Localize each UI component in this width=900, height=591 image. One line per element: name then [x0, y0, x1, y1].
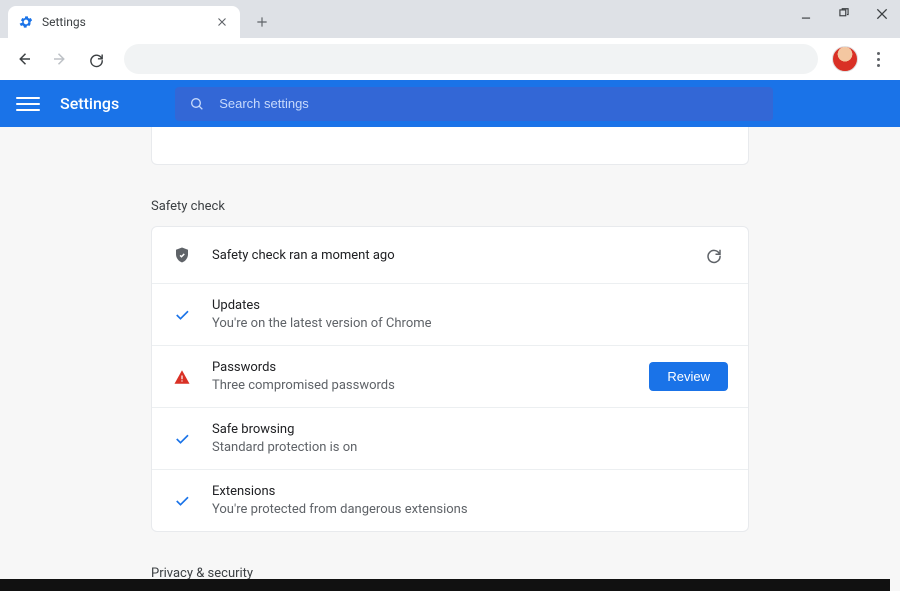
settings-content: Safety check Safety check ran a moment a… [0, 127, 900, 591]
safebrowsing-subtitle: Standard protection is on [212, 440, 728, 455]
browser-menu-icon[interactable] [866, 47, 890, 71]
safety-check-safebrowsing-row[interactable]: Safe browsing Standard protection is on [152, 408, 748, 470]
search-icon [189, 96, 205, 112]
check-icon [172, 305, 192, 325]
app-title: Settings [60, 94, 119, 113]
updates-subtitle: You're on the latest version of Chrome [212, 316, 728, 331]
browser-tab[interactable]: Settings [8, 6, 240, 38]
browser-titlebar: Settings [0, 0, 900, 38]
safety-check-passwords-row[interactable]: Passwords Three compromised passwords Re… [152, 346, 748, 408]
safety-check-header-row: Safety check ran a moment ago [152, 227, 748, 284]
section-title-safety-check: Safety check [151, 199, 749, 214]
browser-toolbar [0, 38, 900, 80]
nav-reload-button[interactable] [82, 45, 110, 73]
safety-check-extensions-row[interactable]: Extensions You're protected from dangero… [152, 470, 748, 531]
safebrowsing-title: Safe browsing [212, 422, 728, 437]
safety-check-card: Safety check ran a moment ago Updates Yo… [151, 226, 749, 532]
address-bar[interactable] [124, 44, 818, 74]
menu-icon[interactable] [16, 92, 40, 116]
window-minimize-icon[interactable] [796, 4, 816, 24]
window-maximize-icon[interactable] [834, 4, 854, 24]
extensions-subtitle: You're protected from dangerous extensio… [212, 502, 728, 517]
new-tab-button[interactable] [248, 8, 276, 36]
nav-back-button[interactable] [10, 45, 38, 73]
check-icon [172, 491, 192, 511]
settings-search[interactable] [175, 87, 773, 121]
tab-close-icon[interactable] [214, 14, 230, 30]
shield-check-icon [172, 245, 192, 265]
tab-title: Settings [42, 15, 214, 29]
previous-section-card-tail [151, 127, 749, 165]
bottom-edge [0, 579, 890, 591]
updates-title: Updates [212, 298, 728, 313]
safety-check-updates-row[interactable]: Updates You're on the latest version of … [152, 284, 748, 346]
warning-triangle-icon [172, 367, 192, 387]
safety-check-rerun-button[interactable] [700, 241, 728, 269]
profile-avatar[interactable] [832, 46, 858, 72]
extensions-title: Extensions [212, 484, 728, 499]
safety-check-header-title: Safety check ran a moment ago [212, 248, 680, 263]
settings-search-input[interactable] [219, 96, 759, 111]
check-icon [172, 429, 192, 449]
window-close-icon[interactable] [872, 4, 892, 24]
passwords-review-button[interactable]: Review [649, 362, 728, 391]
passwords-subtitle: Three compromised passwords [212, 378, 629, 393]
passwords-title: Passwords [212, 360, 629, 375]
settings-gear-icon [18, 14, 34, 30]
window-controls [796, 4, 892, 24]
nav-forward-button[interactable] [46, 45, 74, 73]
settings-appbar: Settings [0, 80, 900, 127]
